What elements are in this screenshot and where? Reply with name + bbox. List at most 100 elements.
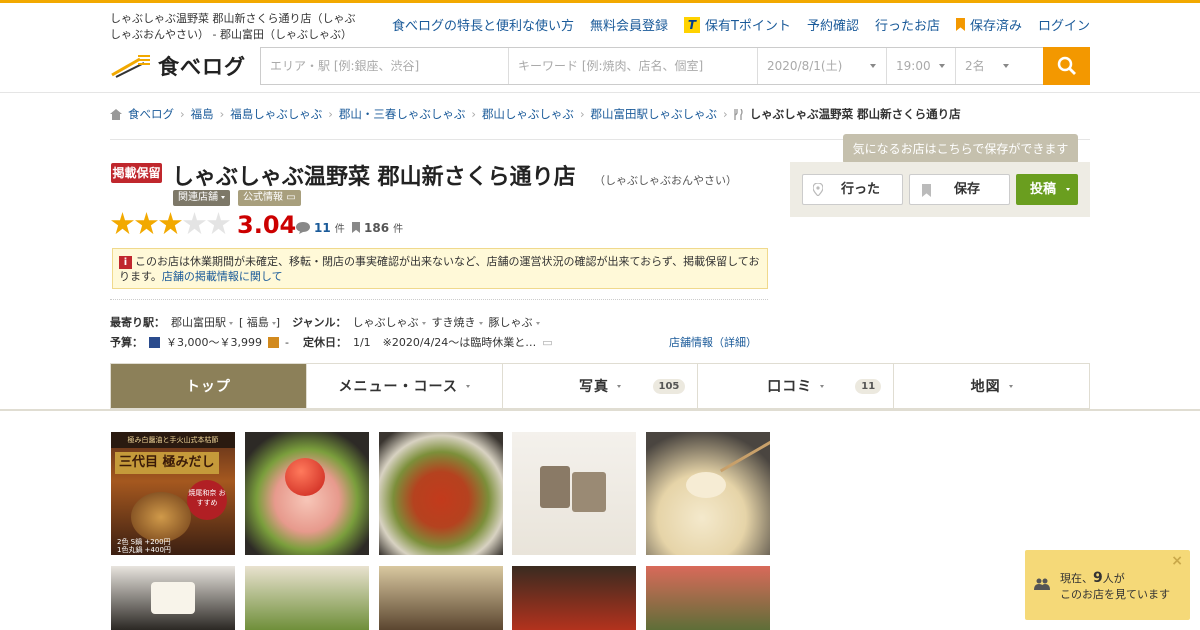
time-select[interactable]: 19:00 — [887, 48, 956, 84]
breadcrumb-link[interactable]: 郡山しゃぶしゃぶ — [482, 106, 574, 122]
people-select[interactable]: 2名 — [956, 48, 1043, 84]
post-label: 投稿 — [1030, 182, 1057, 197]
star-icon — [159, 212, 182, 235]
shop-info-detail-link[interactable]: 店舗情報（詳細） — [669, 334, 757, 350]
related-shops-dropdown[interactable]: 関連店舗 — [173, 190, 230, 206]
breadcrumb-separator: › — [579, 107, 585, 121]
tab-reviews[interactable]: 口コミ 11 — [698, 364, 895, 408]
shop-photo[interactable] — [245, 566, 369, 630]
fork-logo-icon — [111, 55, 150, 78]
tab-label: 口コミ — [767, 379, 813, 395]
post-button[interactable]: 投稿 — [1016, 174, 1078, 205]
genre-link[interactable]: すき焼き — [432, 314, 483, 330]
went-button[interactable]: 行った — [802, 174, 903, 205]
tab-photos[interactable]: 写真 105 — [503, 364, 699, 408]
breadcrumb-current: しゃぶしゃぶ温野菜 郡山新さくら通り店 — [749, 107, 961, 121]
date-select[interactable]: 2020/8/1(土) — [758, 48, 887, 84]
holiday-label: 定休日： — [302, 336, 347, 349]
photo-price-line: 2色 S鍋 +200円 — [117, 538, 171, 546]
nav-visited-link[interactable]: 行ったお店 — [875, 15, 940, 34]
tab-count-badge: 11 — [855, 379, 882, 394]
save-tooltip: 気になるお店はこちらで保存ができます — [843, 134, 1078, 171]
shop-photo[interactable] — [379, 566, 503, 630]
time-value: 19:00 — [896, 59, 931, 73]
photo-price-line: 1色丸鍋 +400円 — [117, 546, 171, 554]
now-viewing-prefix: 現在、 — [1060, 572, 1093, 585]
shop-photo[interactable] — [512, 432, 636, 555]
breadcrumb-link[interactable]: 郡山・三春しゃぶしゃぶ — [339, 106, 466, 122]
photo-food-block — [572, 472, 606, 512]
chevron-down-icon — [421, 321, 426, 325]
tpoint-icon: T — [683, 16, 700, 33]
review-count-link[interactable]: 11 件 — [296, 220, 345, 235]
people-value: 2名 — [965, 59, 985, 73]
genre-link[interactable]: 豚しゃぶ — [489, 314, 540, 330]
save-count-unit: 件 — [393, 224, 404, 235]
photo-dumpling — [686, 472, 726, 498]
comment-icon: ▭ — [286, 192, 296, 203]
breadcrumb: 食べログ › 福島 › 福島しゃぶしゃぶ › 郡山・三春しゃぶしゃぶ › 郡山しゃぶしゃ… — [110, 106, 961, 122]
nav-features-link[interactable]: 食べログの特長と便利な使い方 — [392, 15, 574, 34]
tab-map[interactable]: 地図 — [894, 364, 1089, 408]
budget-label: 予算： — [110, 336, 143, 349]
breadcrumb-separator: › — [723, 107, 728, 121]
photo-tofu — [151, 582, 195, 614]
notice-banner: i このお店は休業期間が未確定、移転・閉店の事実確認が出来ないなど、店舗の運営状況… — [112, 248, 768, 289]
close-icon[interactable]: × — [1171, 553, 1183, 569]
shop-photo[interactable]: 極み白醤油と手火山式本枯節 三代目 極みだし 焼尾和奈 おすすめ 2色 S鍋 +… — [111, 432, 235, 555]
breadcrumb-link[interactable]: 福島 — [191, 106, 214, 122]
bookmark-icon — [955, 18, 965, 31]
keyword-search-input[interactable]: キーワード [例:焼肉、店名、個室] — [509, 48, 758, 84]
went-label: 行った — [841, 182, 881, 197]
genre-name: 豚しゃぶ — [488, 316, 533, 329]
shop-photo[interactable] — [111, 566, 235, 630]
speech-bubble-icon — [296, 221, 310, 234]
save-button[interactable]: 保存 — [909, 174, 1010, 205]
now-viewing-text: 現在、9人が このお店を見ています — [1060, 570, 1170, 603]
area-search-input[interactable]: エリア・駅 [例:銀座、渋谷] — [261, 48, 509, 84]
chevron-down-icon — [1008, 384, 1013, 388]
shop-info-row: 予算： ￥3,000～￥3,999 - 定休日： 1/1 ※2020/4/24～… — [110, 334, 553, 350]
genre-link[interactable]: しゃぶしゃぶ — [353, 314, 426, 330]
nav-login-link[interactable]: ログイン — [1038, 15, 1090, 34]
shop-photo[interactable] — [379, 432, 503, 555]
shop-reading: （しゃぶしゃぶおんやさい） — [594, 174, 737, 187]
tab-top[interactable]: トップ — [111, 364, 307, 408]
tab-menu[interactable]: メニュー・コース — [307, 364, 503, 408]
chevron-down-icon — [478, 321, 483, 325]
star-icon — [183, 212, 206, 235]
station-link[interactable]: 郡山富田駅 — [171, 314, 233, 330]
divider — [110, 299, 768, 300]
nav-reservation-link[interactable]: 予約確認 — [807, 15, 859, 34]
bookmark-icon — [352, 222, 360, 233]
nav-tpoint-link[interactable]: T 保有Tポイント — [683, 15, 791, 34]
utensils-icon — [734, 108, 743, 120]
related-shops-label: 関連店舗 — [178, 192, 218, 203]
official-info-tag[interactable]: 公式情報 ▭ — [238, 190, 301, 206]
save-count-value: 186 — [364, 220, 390, 235]
breadcrumb-link[interactable]: 郡山富田駅しゃぶしゃぶ — [591, 106, 718, 122]
shop-photo[interactable] — [512, 566, 636, 630]
budget-lunch: - — [284, 335, 289, 349]
search-button[interactable] — [1043, 47, 1090, 85]
shop-tabs: トップ メニュー・コース 写真 105 口コミ 11 地図 — [110, 363, 1090, 409]
photo-tomato — [285, 458, 325, 496]
shop-photo[interactable] — [245, 432, 369, 555]
shop-photo[interactable] — [646, 566, 770, 630]
photo-food-block — [540, 466, 570, 508]
star-icon — [111, 212, 134, 235]
save-count: 186 件 — [352, 220, 403, 235]
official-info-label: 公式情報 — [243, 192, 283, 203]
breadcrumb-link[interactable]: 福島しゃぶしゃぶ — [230, 106, 322, 122]
notice-link[interactable]: 店舗の掲載情報に関して — [162, 270, 283, 283]
chevron-down-icon — [535, 321, 540, 325]
site-logo[interactable]: 食べログ — [110, 51, 246, 81]
search-bar: エリア・駅 [例:銀座、渋谷] キーワード [例:焼肉、店名、個室] 2020/… — [260, 47, 1090, 85]
nav-saved-link[interactable]: 保存済み — [955, 15, 1022, 34]
nav-register-link[interactable]: 無料会員登録 — [590, 15, 668, 34]
breadcrumb-link[interactable]: 食べログ — [128, 106, 174, 122]
chevron-down-icon — [1003, 64, 1009, 68]
photo-bowl — [131, 492, 191, 542]
shop-photo[interactable] — [646, 432, 770, 555]
breadcrumb-separator: › — [328, 107, 333, 121]
